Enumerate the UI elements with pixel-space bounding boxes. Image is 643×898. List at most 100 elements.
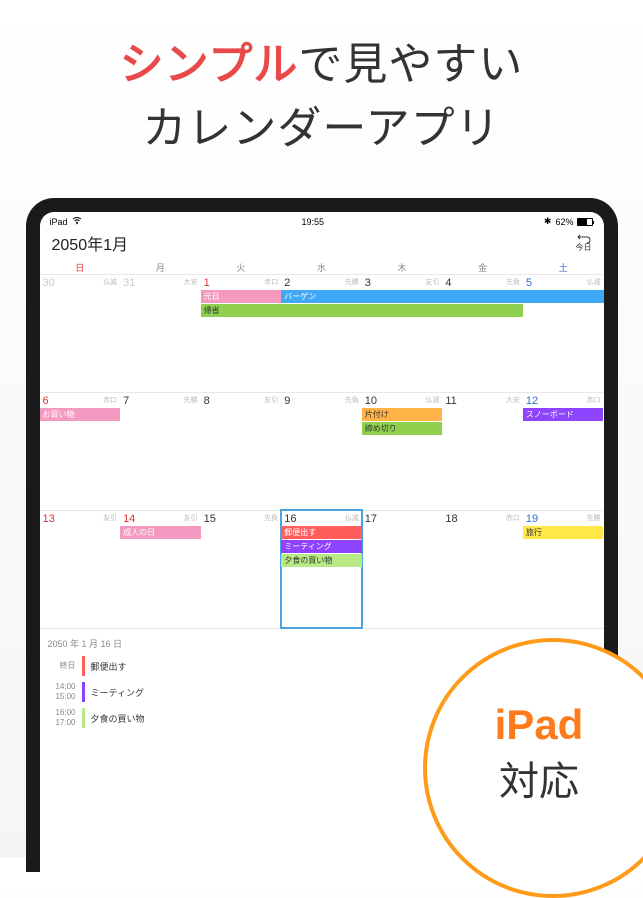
calendar-cell[interactable]: 11 大安	[442, 392, 523, 510]
agenda-color-bar	[82, 708, 85, 728]
day-number: 5	[526, 277, 532, 289]
badge-line-1: iPad	[495, 701, 584, 749]
badge-line-2: 対応	[499, 749, 579, 807]
calendar-cell[interactable]: 2先勝バーゲン	[281, 274, 362, 392]
battery-pct: 62%	[555, 217, 573, 227]
day-number: 15	[204, 513, 216, 525]
day-number: 16	[284, 513, 296, 525]
rokuyo-label: 仏滅	[425, 395, 439, 407]
today-label: 今日	[576, 243, 592, 252]
event-chip[interactable]: 夕食の買い物	[281, 554, 362, 567]
headline-line-1: シンプルで見やすい	[0, 28, 643, 92]
status-time: 19:55	[301, 217, 324, 227]
calendar-cell[interactable]: 14友引成人の日	[120, 510, 201, 628]
rokuyo-label: 大安	[184, 277, 198, 289]
day-number: 1	[204, 277, 210, 289]
month-title[interactable]: 2050年1月	[52, 231, 129, 255]
calendar-cell[interactable]: 8 友引	[201, 392, 282, 510]
calendar-cell[interactable]: 9先負	[281, 392, 362, 510]
day-number: 31	[123, 277, 135, 289]
event-chip[interactable]: バーゲン	[281, 290, 603, 303]
rokuyo-label: 仏滅	[586, 277, 600, 289]
day-number: 11	[445, 395, 456, 407]
day-number: 4	[445, 277, 451, 289]
rokuyo-label: 友引	[103, 513, 117, 525]
headline-rest: で見やすい	[298, 40, 523, 89]
status-device: iPad	[50, 217, 68, 227]
day-number: 2	[284, 277, 290, 289]
agenda-title: 郵便出す	[91, 660, 127, 673]
wifi-icon	[72, 217, 82, 227]
event-chip[interactable]: ミーティング	[281, 540, 362, 553]
calendar-cell[interactable]: 10 仏滅片付け締め切り	[362, 392, 443, 510]
rokuyo-label: 先負	[345, 395, 359, 407]
calendar-cell[interactable]: 12赤口スノーボード	[523, 392, 604, 510]
day-number: 6	[43, 395, 49, 407]
calendar-cell[interactable]: 7 先勝	[120, 392, 201, 510]
calendar-grid: 30仏滅31大安1赤口元日帰省2先勝バーゲン3友引4先負5仏滅6赤口お買い物7先…	[40, 274, 604, 628]
event-chip[interactable]: 片付け	[362, 408, 443, 421]
status-bar: iPad 19:55 ✱ 62%	[40, 212, 604, 229]
weekday-label: 土	[523, 261, 604, 274]
rokuyo-label: 仏滅	[345, 513, 359, 525]
day-number: 7	[123, 395, 129, 407]
day-number: 10	[365, 395, 377, 407]
calendar-cell[interactable]: 6赤口お買い物	[40, 392, 121, 510]
bluetooth-icon: ✱	[544, 216, 552, 227]
event-chip[interactable]: 成人の日	[120, 526, 201, 539]
rokuyo-label: 赤口	[506, 513, 520, 525]
agenda-title: ミーティング	[91, 686, 144, 699]
calendar-cell[interactable]: 1赤口元日帰省	[201, 274, 282, 392]
agenda-color-bar	[82, 656, 85, 676]
weekday-label: 月	[120, 261, 201, 274]
day-number: 3	[365, 277, 371, 289]
weekday-label: 火	[201, 261, 282, 274]
event-chip[interactable]: スノーボード	[523, 408, 604, 421]
weekday-label: 金	[442, 261, 523, 274]
rokuyo-label: 赤口	[586, 395, 600, 407]
agenda-title: 夕食の買い物	[91, 712, 145, 725]
calendar-cell[interactable]: 13 友引	[40, 510, 121, 628]
weekday-label: 木	[362, 261, 443, 274]
day-number: 19	[526, 513, 538, 525]
rokuyo-label: 先勝	[345, 277, 359, 289]
event-chip[interactable]: 締め切り	[362, 422, 443, 435]
weekday-label: 水	[281, 261, 362, 274]
headline-accent: シンプル	[120, 40, 299, 89]
rokuyo-label: 先勝	[586, 513, 600, 525]
calendar-cell[interactable]: 16 仏滅郵便出すミーティング夕食の買い物	[281, 510, 362, 628]
agenda-color-bar	[82, 682, 85, 702]
today-button[interactable]: 今日	[576, 234, 592, 253]
event-chip[interactable]: 郵便出す	[281, 526, 362, 539]
day-number: 14	[123, 513, 135, 525]
day-number: 30	[43, 277, 55, 289]
event-chip[interactable]: お買い物	[40, 408, 121, 421]
day-number: 13	[43, 513, 55, 525]
rokuyo-label: 仏滅	[103, 277, 117, 289]
headline-line-2: カレンダーアプリ	[0, 92, 643, 156]
rokuyo-label: 先勝	[184, 395, 198, 407]
battery-icon	[577, 218, 593, 226]
rokuyo-label: 大安	[506, 395, 520, 407]
headline: シンプルで見やすい カレンダーアプリ	[0, 0, 643, 168]
rokuyo-label: 友引	[425, 277, 439, 289]
agenda-time: 14:0015:00	[48, 682, 76, 701]
day-number: 17	[365, 513, 377, 525]
calendar-cell[interactable]: 31 大安	[120, 274, 201, 392]
calendar-cell[interactable]: 30 仏滅	[40, 274, 121, 392]
calendar-cell[interactable]: 19 先勝旅行	[523, 510, 604, 628]
weekday-row: 日月火水木金土	[40, 261, 604, 274]
rokuyo-label: 友引	[264, 395, 278, 407]
calendar-cell[interactable]: 18 赤口	[442, 510, 523, 628]
rokuyo-label: 赤口	[264, 277, 278, 289]
day-number: 18	[445, 513, 457, 525]
agenda-time: 16:0017:00	[48, 708, 76, 727]
rokuyo-label: 先負	[506, 277, 520, 289]
event-chip[interactable]: 旅行	[523, 526, 604, 539]
weekday-label: 日	[40, 261, 121, 274]
calendar-cell[interactable]: 15先負	[201, 510, 282, 628]
calendar-cell[interactable]: 17	[362, 510, 443, 628]
event-chip[interactable]: 帰省	[201, 304, 523, 317]
day-number: 8	[204, 395, 210, 407]
event-chip[interactable]: 元日	[201, 290, 282, 303]
